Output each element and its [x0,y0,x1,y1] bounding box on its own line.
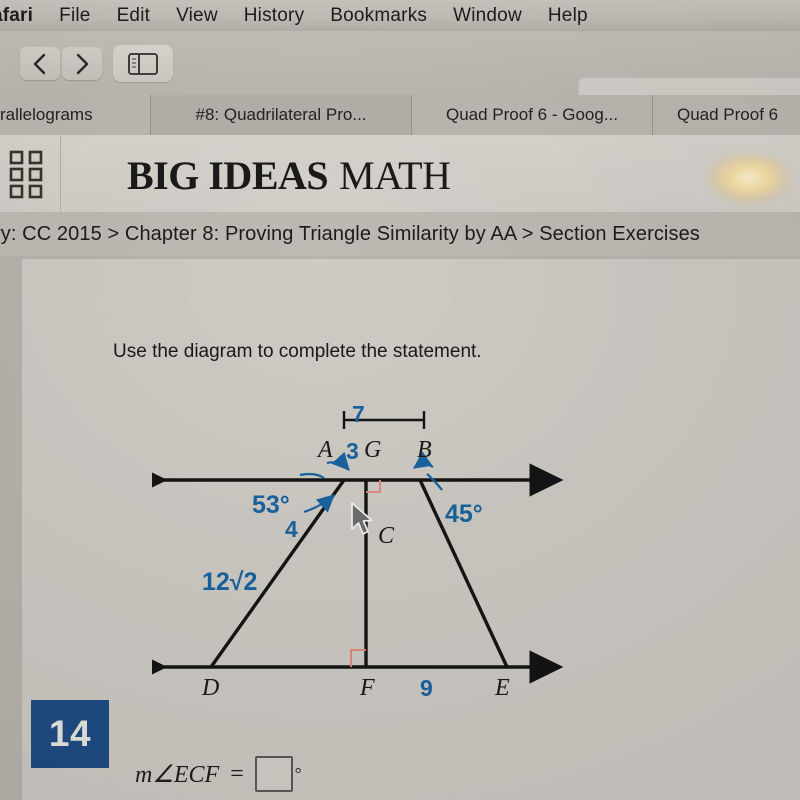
logo-light: MATH [339,153,451,198]
point-label-A: A [318,437,333,463]
breadcrumb-text[interactable]: ry: CC 2015 > Chapter 8: Proving Triangl… [0,223,700,246]
brand-logo[interactable]: BIG IDEAS MATH [127,152,451,199]
angle-leader-53 [299,472,325,479]
menu-item-safari[interactable]: afari [0,5,46,27]
point-label-C: C [378,523,395,549]
measure-label-FE: 9 [420,675,433,701]
tab-strip: rallelograms #8: Quadrilateral Pro... Qu… [0,95,800,135]
exercise-number-badge: 14 [31,700,109,768]
browser-toolbar [0,31,800,113]
sidebar-toggle-icon [128,52,158,75]
measure-label-AB: 7 [352,401,365,427]
menu-item-help[interactable]: Help [535,5,601,27]
menu-item-view[interactable]: View [163,5,231,27]
mouse-pointer-icon [351,502,373,535]
equals-sign: = [230,760,244,787]
exercise-prompt: Use the diagram to complete the statemen… [113,341,482,362]
measure-label-DC: 12√2 [202,568,258,596]
exercise-content-panel: Use the diagram to complete the statemen… [22,259,800,800]
menu-bar: afari File Edit View History Bookmarks W… [0,0,800,32]
point-label-F: F [360,675,375,701]
chevron-left-icon [33,53,46,74]
angle-arc-45 [413,451,434,469]
back-button[interactable] [20,47,60,80]
point-label-E: E [495,675,510,701]
angle-leader-45 [426,473,443,491]
angle-label-45: 45° [445,500,483,528]
degree-symbol: ° [294,764,302,783]
answer-input-box[interactable] [254,756,293,792]
tab-quadrilateral-proof[interactable]: #8: Quadrilateral Pro... [151,95,412,135]
answer-statement-row: m∠ECF = ° [135,756,302,792]
exercise-number: 14 [48,713,92,754]
point-label-D: D [202,675,220,701]
menu-item-edit[interactable]: Edit [104,5,164,27]
right-angle-mark-F [350,649,366,667]
tab-quad-proof-6-google[interactable]: Quad Proof 6 - Goog... [412,95,653,135]
point-label-B: B [417,437,432,463]
menu-item-file[interactable]: File [46,5,103,27]
chevron-right-icon [76,53,89,74]
app-grid-icon [9,150,43,198]
breadcrumb: ry: CC 2015 > Chapter 8: Proving Triangl… [0,212,800,256]
sidebar-toggle-button[interactable] [113,45,173,82]
menu-item-window[interactable]: Window [440,5,535,27]
forward-button[interactable] [62,47,102,80]
menu-item-history[interactable]: History [231,5,318,27]
point-label-G: G [364,437,382,463]
tab-parallelograms[interactable]: rallelograms [0,95,151,135]
logo-bold: BIG IDEAS [127,153,329,198]
geometry-diagram: 7 A 3 G B 53° 45° 4 C 12√2 D F 9 E [133,394,572,704]
tab-quad-proof-6[interactable]: Quad Proof 6 [653,95,800,135]
site-header: BIG IDEAS MATH [0,135,800,212]
measure-label-AC: 4 [285,516,298,542]
right-angle-mark-G [366,480,381,493]
statement-lhs: m∠ECF [135,761,220,788]
measure-label-AG: 3 [346,438,359,464]
menu-item-bookmarks[interactable]: Bookmarks [317,5,440,27]
app-grid-button[interactable] [0,135,61,212]
geometry-figure-svg [133,411,564,684]
measure-arrow-4 [303,494,335,514]
